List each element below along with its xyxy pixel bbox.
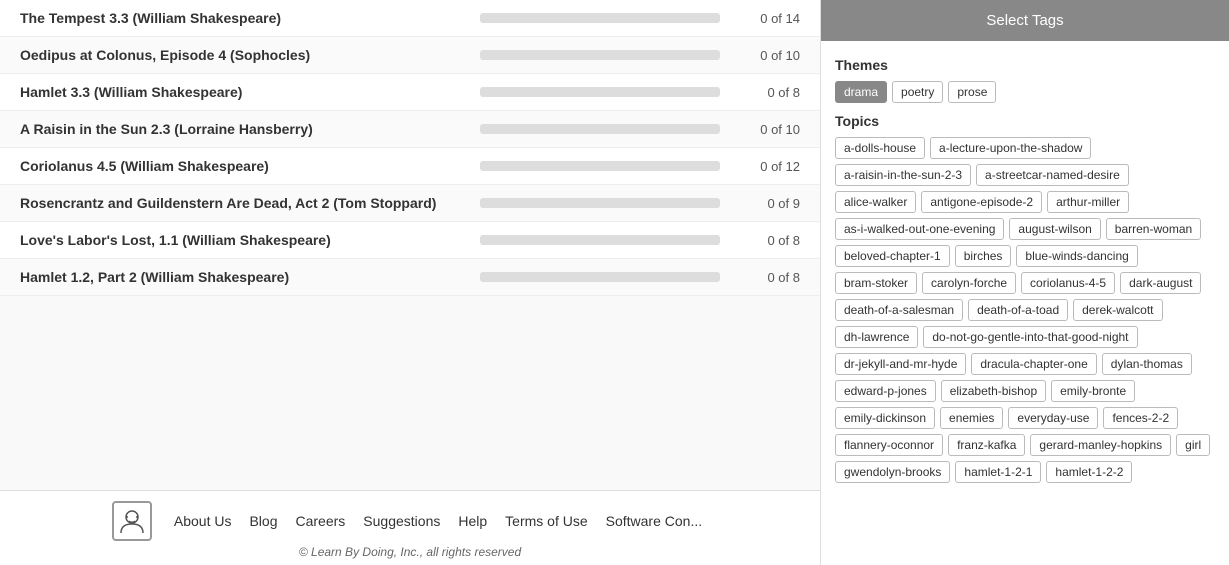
blog-link[interactable]: Blog xyxy=(243,513,283,529)
topic-tag[interactable]: a-dolls-house xyxy=(835,137,925,159)
topic-tag[interactable]: derek-walcott xyxy=(1073,299,1162,321)
progress-bar xyxy=(480,50,720,60)
themes-row: dramapoetryprose xyxy=(835,81,1215,103)
software-con-link[interactable]: Software Con... xyxy=(600,513,709,529)
topic-tag[interactable]: a-streetcar-named-desire xyxy=(976,164,1129,186)
progress-bar xyxy=(480,124,720,134)
course-row[interactable]: The Tempest 3.3 (William Shakespeare) 0 o… xyxy=(0,0,820,37)
topic-tag[interactable]: dark-august xyxy=(1120,272,1201,294)
footer: About Us Blog Careers Suggestions Help T… xyxy=(0,490,820,565)
progress-bar xyxy=(480,272,720,282)
course-row[interactable]: Love's Labor's Lost, 1.1 (William Shakes… xyxy=(0,222,820,259)
topic-tag[interactable]: hamlet-1-2-2 xyxy=(1046,461,1132,483)
topic-tag[interactable]: a-lecture-upon-the-shadow xyxy=(930,137,1091,159)
progress-bar xyxy=(480,87,720,97)
progress-bar xyxy=(480,198,720,208)
topic-tag[interactable]: death-of-a-salesman xyxy=(835,299,963,321)
careers-link[interactable]: Careers xyxy=(290,513,352,529)
progress-label: 0 of 8 xyxy=(730,85,800,100)
progress-label: 0 of 14 xyxy=(730,11,800,26)
topic-tag[interactable]: franz-kafka xyxy=(948,434,1025,456)
topics-row: a-dolls-housea-lecture-upon-the-shadow a-… xyxy=(835,137,1215,483)
topic-tag[interactable]: death-of-a-toad xyxy=(968,299,1068,321)
topic-tag[interactable]: alice-walker xyxy=(835,191,916,213)
course-title: The Tempest 3.3 (William Shakespeare) xyxy=(20,10,470,26)
course-title: Oedipus at Colonus, Episode 4 (Sophocles… xyxy=(20,47,470,63)
topic-tag[interactable]: birches xyxy=(955,245,1012,267)
copyright: © Learn By Doing, Inc., all rights reser… xyxy=(0,545,820,559)
topic-tag[interactable]: blue-winds-dancing xyxy=(1016,245,1137,267)
progress-bar xyxy=(480,13,720,23)
right-panel: Select Tags Themes dramapoetryprose Topi… xyxy=(820,0,1229,565)
course-title: Hamlet 1.2, Part 2 (William Shakespeare) xyxy=(20,269,470,285)
topic-tag[interactable]: enemies xyxy=(940,407,1003,429)
course-title: Rosencrantz and Guildenstern Are Dead, A… xyxy=(20,195,470,211)
topics-label: Topics xyxy=(835,113,1215,129)
theme-tag[interactable]: poetry xyxy=(892,81,943,103)
help-link[interactable]: Help xyxy=(452,513,493,529)
topic-tag[interactable]: dr-jekyll-and-mr-hyde xyxy=(835,353,966,375)
course-row[interactable]: A Raisin in the Sun 2.3 (Lorraine Hansbe… xyxy=(0,111,820,148)
course-row[interactable]: Hamlet 3.3 (William Shakespeare) 0 of 8 xyxy=(0,74,820,111)
topic-tag[interactable]: flannery-oconnor xyxy=(835,434,943,456)
progress-label: 0 of 12 xyxy=(730,159,800,174)
topic-tag[interactable]: bram-stoker xyxy=(835,272,917,294)
topic-tag[interactable]: dh-lawrence xyxy=(835,326,918,348)
course-row[interactable]: Coriolanus 4.5 (William Shakespeare) 0 of… xyxy=(0,148,820,185)
progress-label: 0 of 8 xyxy=(730,233,800,248)
progress-bar xyxy=(480,161,720,171)
theme-tag[interactable]: drama xyxy=(835,81,887,103)
topic-tag[interactable]: gerard-manley-hopkins xyxy=(1030,434,1171,456)
theme-tag[interactable]: prose xyxy=(948,81,996,103)
progress-label: 0 of 8 xyxy=(730,270,800,285)
topic-tag[interactable]: girl xyxy=(1176,434,1210,456)
topic-tag[interactable]: beloved-chapter-1 xyxy=(835,245,950,267)
suggestions-link[interactable]: Suggestions xyxy=(357,513,446,529)
topic-tag[interactable]: arthur-miller xyxy=(1047,191,1129,213)
themes-label: Themes xyxy=(835,57,1215,73)
tags-content: Themes dramapoetryprose Topics a-dolls-h… xyxy=(821,41,1229,565)
topic-tag[interactable]: do-not-go-gentle-into-that-good-night xyxy=(923,326,1137,348)
progress-label: 0 of 9 xyxy=(730,196,800,211)
topic-tag[interactable]: emily-dickinson xyxy=(835,407,935,429)
progress-bar xyxy=(480,235,720,245)
topic-tag[interactable]: elizabeth-bishop xyxy=(941,380,1046,402)
course-row[interactable]: Oedipus at Colonus, Episode 4 (Sophocles… xyxy=(0,37,820,74)
about-us-link[interactable]: About Us xyxy=(168,513,238,529)
avatar xyxy=(112,501,152,541)
terms-link[interactable]: Terms of Use xyxy=(499,513,593,529)
course-row[interactable]: Rosencrantz and Guildenstern Are Dead, A… xyxy=(0,185,820,222)
topic-tag[interactable]: everyday-use xyxy=(1008,407,1098,429)
topic-tag[interactable]: carolyn-forche xyxy=(922,272,1016,294)
course-title: Hamlet 3.3 (William Shakespeare) xyxy=(20,84,470,100)
topic-tag[interactable]: as-i-walked-out-one-evening xyxy=(835,218,1004,240)
topic-tag[interactable]: coriolanus-4-5 xyxy=(1021,272,1115,294)
course-title: A Raisin in the Sun 2.3 (Lorraine Hansbe… xyxy=(20,121,470,137)
course-row[interactable]: Hamlet 1.2, Part 2 (William Shakespeare)… xyxy=(0,259,820,296)
course-title: Love's Labor's Lost, 1.1 (William Shakes… xyxy=(20,232,470,248)
topic-tag[interactable]: dracula-chapter-one xyxy=(971,353,1096,375)
footer-nav: About Us Blog Careers Suggestions Help T… xyxy=(0,501,820,541)
topic-tag[interactable]: emily-bronte xyxy=(1051,380,1135,402)
course-title: Coriolanus 4.5 (William Shakespeare) xyxy=(20,158,470,174)
topic-tag[interactable]: antigone-episode-2 xyxy=(921,191,1042,213)
left-panel: The Tempest 3.3 (William Shakespeare) 0 o… xyxy=(0,0,820,565)
topic-tag[interactable]: gwendolyn-brooks xyxy=(835,461,950,483)
topic-tag[interactable]: august-wilson xyxy=(1009,218,1100,240)
topic-tag[interactable]: edward-p-jones xyxy=(835,380,936,402)
select-tags-header: Select Tags xyxy=(821,0,1229,41)
course-list: The Tempest 3.3 (William Shakespeare) 0 o… xyxy=(0,0,820,490)
progress-label: 0 of 10 xyxy=(730,48,800,63)
topic-tag[interactable]: fences-2-2 xyxy=(1103,407,1178,429)
topic-tag[interactable]: dylan-thomas xyxy=(1102,353,1192,375)
topic-tag[interactable]: barren-woman xyxy=(1106,218,1201,240)
progress-label: 0 of 10 xyxy=(730,122,800,137)
topic-tag[interactable]: a-raisin-in-the-sun-2-3 xyxy=(835,164,971,186)
topic-tag[interactable]: hamlet-1-2-1 xyxy=(955,461,1041,483)
